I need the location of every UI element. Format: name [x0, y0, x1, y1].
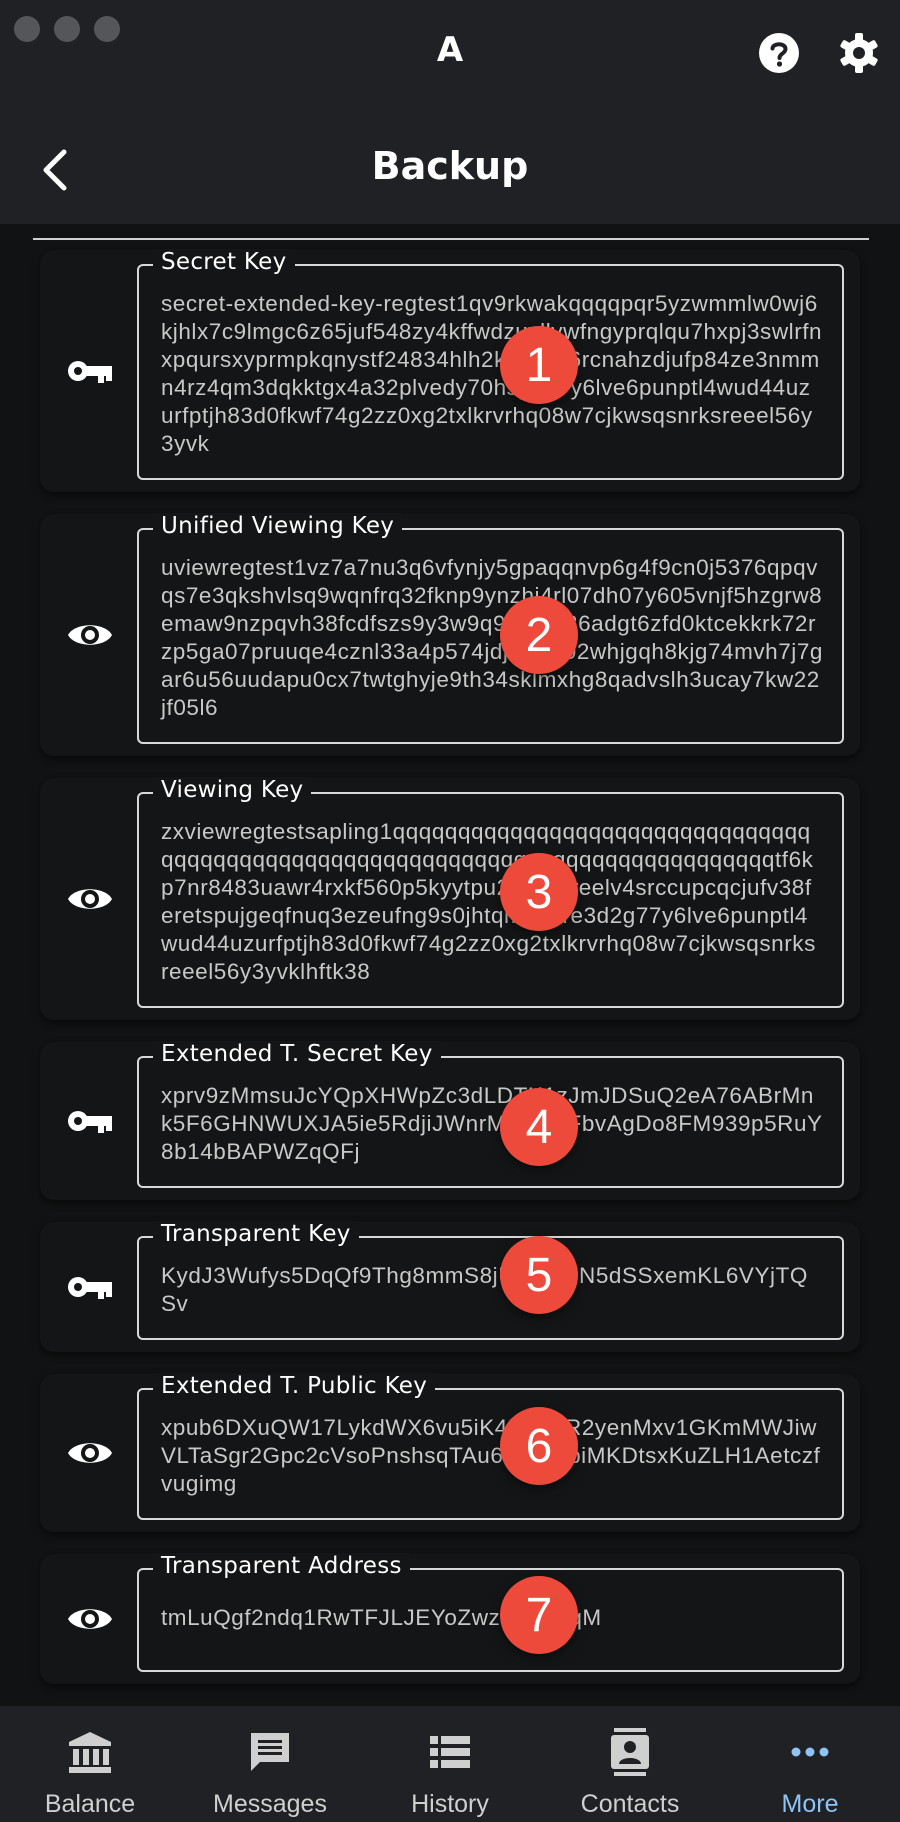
- eye-icon: [58, 877, 122, 921]
- page-title: Backup: [371, 144, 529, 188]
- field-value[interactable]: secret-extended-key-regtest1qv9rkwakqqqq…: [161, 290, 823, 458]
- callout-badge: 2: [500, 596, 578, 674]
- nav-contacts[interactable]: Contacts: [540, 1706, 720, 1822]
- page-header: Backup: [0, 118, 900, 224]
- nav-label: History: [411, 1790, 489, 1818]
- viewing-key-field[interactable]: Viewing Key zxviewregtestsapling1qqqqqqq…: [137, 777, 844, 1008]
- callout-badge: 6: [500, 1407, 578, 1485]
- unified-viewing-key-field[interactable]: Unified Viewing Key uviewregtest1vz7a7nu…: [137, 513, 844, 744]
- bottom-nav: Balance Messages History Contacts More: [0, 1706, 900, 1822]
- extended-t-secret-key-card: Extended T. Secret Key xprv9zMmsuJcYQpXH…: [40, 1041, 860, 1200]
- nav-label: Messages: [213, 1790, 327, 1818]
- field-label: Extended T. Public Key: [153, 1373, 436, 1399]
- callout-badge: 4: [500, 1088, 578, 1166]
- key-icon: [58, 349, 122, 393]
- transparent-address-card: Transparent Address tmLuQgf2ndq1RwTFJLJE…: [40, 1553, 860, 1684]
- divider: [33, 238, 869, 240]
- nav-label: Contacts: [580, 1790, 680, 1818]
- extended-t-secret-key-field[interactable]: Extended T. Secret Key xprv9zMmsuJcYQpXH…: [137, 1041, 844, 1188]
- unified-viewing-key-card: Unified Viewing Key uviewregtest1vz7a7nu…: [40, 513, 860, 756]
- help-icon[interactable]: [756, 30, 802, 76]
- field-label: Viewing Key: [153, 777, 312, 803]
- eye-icon: [58, 613, 122, 657]
- more-icon: [720, 1728, 900, 1776]
- field-value[interactable]: uviewregtest1vz7a7nu3q6vfynjy5gpaqqnvp6g…: [161, 554, 823, 722]
- eye-icon: [58, 1431, 122, 1475]
- field-label: Transparent Address: [153, 1553, 410, 1579]
- nav-label: Balance: [44, 1790, 136, 1818]
- field-label: Secret Key: [153, 249, 295, 275]
- extended-t-public-key-field[interactable]: Extended T. Public Key xpub6DXuQW17LykdW…: [137, 1373, 844, 1520]
- title-bar: A: [0, 0, 900, 118]
- nav-label: More: [781, 1790, 839, 1818]
- app-window: A Backup Secret Key secret-extended-key-…: [0, 0, 900, 1822]
- bank-icon: [0, 1728, 180, 1776]
- field-value[interactable]: zxviewregtestsapling1qqqqqqqqqqqqqqqqqqq…: [161, 818, 823, 986]
- eye-icon: [58, 1597, 122, 1641]
- gear-icon[interactable]: [836, 30, 882, 76]
- transparent-key-card: Transparent Key KydJ3Wufys5DqQf9Thg8mmS8…: [40, 1221, 860, 1352]
- nav-more[interactable]: More: [720, 1706, 900, 1822]
- nav-balance[interactable]: Balance: [0, 1706, 180, 1822]
- nav-history[interactable]: History: [360, 1706, 540, 1822]
- callout-badge: 3: [500, 853, 578, 931]
- contacts-icon: [540, 1728, 720, 1776]
- field-label: Extended T. Secret Key: [153, 1041, 441, 1067]
- key-icon: [58, 1265, 122, 1309]
- field-value[interactable]: tmLuQgf2ndq1RwTFJLJEYoZwzsaqAAqM: [161, 1604, 823, 1632]
- callout-badge: 1: [500, 326, 578, 404]
- history-icon: [360, 1728, 540, 1776]
- field-label: Transparent Key: [153, 1221, 359, 1247]
- callout-badge: 5: [500, 1236, 578, 1314]
- field-value[interactable]: KydJ3Wufys5DqQf9Thg8mmS8jUi5bM7N5dSSxemK…: [161, 1262, 823, 1318]
- secret-key-field[interactable]: Secret Key secret-extended-key-regtest1q…: [137, 249, 844, 480]
- secret-key-card: Secret Key secret-extended-key-regtest1q…: [40, 249, 860, 492]
- field-value[interactable]: xpub6DXuQW17LykdWX6vu5iK4Ns5ER2yenMxv1GK…: [161, 1414, 823, 1498]
- viewing-key-card: Viewing Key zxviewregtestsapling1qqqqqqq…: [40, 777, 860, 1020]
- key-icon: [58, 1099, 122, 1143]
- nav-messages[interactable]: Messages: [180, 1706, 360, 1822]
- callout-badge: 7: [500, 1576, 578, 1654]
- message-icon: [180, 1728, 360, 1776]
- field-value[interactable]: xprv9zMmsuJcYQpXHWpZc3dLDTK1zJmJDSuQ2eA7…: [161, 1082, 823, 1166]
- field-label: Unified Viewing Key: [153, 513, 403, 539]
- extended-t-public-key-card: Extended T. Public Key xpub6DXuQW17LykdW…: [40, 1373, 860, 1532]
- transparent-address-field[interactable]: Transparent Address tmLuQgf2ndq1RwTFJLJE…: [137, 1553, 844, 1672]
- transparent-key-field[interactable]: Transparent Key KydJ3Wufys5DqQf9Thg8mmS8…: [137, 1221, 844, 1340]
